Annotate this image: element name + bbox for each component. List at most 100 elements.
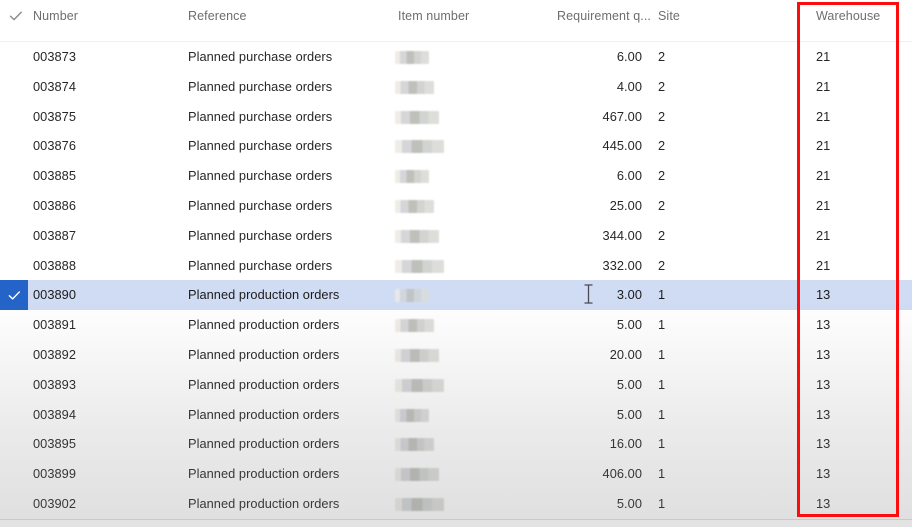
cell-item-number-redacted[interactable] — [395, 51, 429, 64]
table-row[interactable]: 003902 Planned production orders 5.00 1 13 — [0, 489, 912, 519]
cell-item-number-redacted[interactable] — [395, 170, 429, 184]
cell-reference[interactable]: Planned purchase orders — [188, 228, 332, 243]
cell-site[interactable]: 2 — [658, 79, 665, 94]
cell-warehouse[interactable]: 21 — [816, 228, 830, 243]
column-header-reference[interactable]: Reference — [188, 9, 247, 23]
cell-site[interactable]: 1 — [658, 377, 665, 392]
cell-number[interactable]: 003886 — [33, 198, 76, 213]
cell-quantity[interactable]: 467.00 — [547, 109, 642, 124]
cell-quantity[interactable]: 4.00 — [547, 79, 642, 94]
cell-quantity[interactable]: 406.00 — [547, 466, 642, 481]
table-row[interactable]: 003890 Planned production orders 3.00 1 13 — [0, 280, 912, 311]
row-selected-checkmark-icon[interactable] — [0, 280, 28, 311]
cell-site[interactable]: 1 — [658, 287, 665, 302]
cell-warehouse[interactable]: 21 — [816, 198, 830, 213]
cell-warehouse[interactable]: 13 — [816, 407, 830, 422]
cell-warehouse[interactable]: 13 — [816, 377, 830, 392]
cell-item-number-redacted[interactable] — [395, 289, 429, 303]
cell-quantity[interactable]: 20.00 — [547, 347, 642, 362]
cell-number[interactable]: 003874 — [33, 79, 76, 94]
column-header-warehouse[interactable]: Warehouse — [816, 9, 880, 23]
column-header-site[interactable]: Site — [658, 9, 680, 23]
cell-item-number-redacted[interactable] — [395, 199, 434, 213]
cell-reference[interactable]: Planned production orders — [188, 496, 339, 511]
cell-quantity[interactable]: 16.00 — [547, 436, 642, 451]
cell-item-number-redacted[interactable] — [395, 80, 434, 94]
cell-warehouse[interactable]: 13 — [816, 287, 830, 302]
column-header-quantity[interactable]: Requirement q... — [557, 9, 651, 23]
cell-reference[interactable]: Planned production orders — [188, 347, 339, 362]
column-header-item[interactable]: Item number — [398, 9, 469, 23]
table-row[interactable]: 003886 Planned purchase orders 25.00 2 21 — [0, 191, 912, 221]
cell-warehouse[interactable]: 21 — [816, 109, 830, 124]
cell-warehouse[interactable]: 13 — [816, 496, 830, 511]
table-row[interactable]: 003875 Planned purchase orders 467.00 2 21 — [0, 102, 912, 132]
cell-quantity[interactable]: 5.00 — [547, 317, 642, 332]
cell-reference[interactable]: Planned purchase orders — [188, 198, 332, 213]
cell-reference[interactable]: Planned production orders — [188, 436, 339, 451]
cell-reference[interactable]: Planned production orders — [188, 407, 339, 422]
table-row[interactable]: 003891 Planned production orders 5.00 1 13 — [0, 310, 912, 340]
table-row[interactable]: 003888 Planned purchase orders 332.00 2 21 — [0, 251, 912, 281]
cell-number[interactable]: 003887 — [33, 228, 76, 243]
cell-site[interactable]: 1 — [658, 496, 665, 511]
cell-site[interactable]: 1 — [658, 466, 665, 481]
cell-site[interactable]: 2 — [658, 258, 665, 273]
cell-reference[interactable]: Planned production orders — [188, 377, 339, 392]
table-row[interactable]: 003899 Planned production orders 406.00 1 13 — [0, 459, 912, 489]
cell-number[interactable]: 003895 — [33, 436, 76, 451]
table-row[interactable]: 003892 Planned production orders 20.00 1 13 — [0, 340, 912, 370]
table-row[interactable]: 003873 Planned purchase orders 6.00 2 21 — [0, 42, 912, 72]
cell-item-number-redacted[interactable] — [395, 110, 439, 124]
cell-reference[interactable]: Planned production orders — [188, 287, 339, 302]
cell-site[interactable]: 2 — [658, 49, 665, 64]
cell-reference[interactable]: Planned purchase orders — [188, 258, 332, 273]
cell-reference[interactable]: Planned production orders — [188, 466, 339, 481]
cell-warehouse[interactable]: 21 — [816, 79, 830, 94]
select-all-checkmark-icon[interactable] — [8, 8, 24, 24]
cell-item-number-redacted[interactable] — [395, 468, 439, 482]
table-row[interactable]: 003876 Planned purchase orders 445.00 2 21 — [0, 131, 912, 161]
cell-number[interactable]: 003894 — [33, 407, 76, 422]
cell-item-number-redacted[interactable] — [395, 408, 429, 422]
cell-reference[interactable]: Planned purchase orders — [188, 49, 332, 64]
cell-reference[interactable]: Planned purchase orders — [188, 138, 332, 153]
cell-warehouse[interactable]: 13 — [816, 436, 830, 451]
cell-warehouse[interactable]: 13 — [816, 466, 830, 481]
table-row[interactable]: 003874 Planned purchase orders 4.00 2 21 — [0, 72, 912, 102]
cell-site[interactable]: 2 — [658, 198, 665, 213]
cell-warehouse[interactable]: 21 — [816, 49, 830, 64]
cell-site[interactable]: 1 — [658, 317, 665, 332]
cell-warehouse[interactable]: 13 — [816, 317, 830, 332]
cell-quantity[interactable]: 5.00 — [547, 407, 642, 422]
cell-number[interactable]: 003888 — [33, 258, 76, 273]
cell-quantity[interactable]: 5.00 — [547, 496, 642, 511]
cell-reference[interactable]: Planned production orders — [188, 317, 339, 332]
cell-site[interactable]: 2 — [658, 138, 665, 153]
cell-item-number-redacted[interactable] — [395, 319, 434, 333]
cell-item-number-redacted[interactable] — [395, 438, 434, 452]
cell-warehouse[interactable]: 21 — [816, 168, 830, 183]
cell-quantity[interactable]: 445.00 — [547, 138, 642, 153]
cell-number[interactable]: 003876 — [33, 138, 76, 153]
cell-item-number-redacted[interactable] — [395, 140, 444, 154]
table-row[interactable]: 003895 Planned production orders 16.00 1 13 — [0, 429, 912, 459]
table-row[interactable]: 003887 Planned purchase orders 344.00 2 21 — [0, 221, 912, 251]
cell-item-number-redacted[interactable] — [395, 348, 439, 362]
cell-reference[interactable]: Planned purchase orders — [188, 168, 332, 183]
cell-number[interactable]: 003902 — [33, 496, 76, 511]
cell-number[interactable]: 003875 — [33, 109, 76, 124]
cell-site[interactable]: 2 — [658, 109, 665, 124]
cell-number[interactable]: 003891 — [33, 317, 76, 332]
cell-reference[interactable]: Planned purchase orders — [188, 109, 332, 124]
cell-warehouse[interactable]: 21 — [816, 138, 830, 153]
table-row[interactable]: 003885 Planned purchase orders 6.00 2 21 — [0, 161, 912, 191]
cell-number[interactable]: 003890 — [33, 287, 76, 302]
cell-reference[interactable]: Planned purchase orders — [188, 79, 332, 94]
cell-site[interactable]: 1 — [658, 407, 665, 422]
table-row[interactable]: 003893 Planned production orders 5.00 1 13 — [0, 370, 912, 400]
cell-number[interactable]: 003899 — [33, 466, 76, 481]
cell-number[interactable]: 003893 — [33, 377, 76, 392]
cell-number[interactable]: 003873 — [33, 49, 76, 64]
cell-quantity[interactable]: 3.00 — [547, 287, 642, 302]
